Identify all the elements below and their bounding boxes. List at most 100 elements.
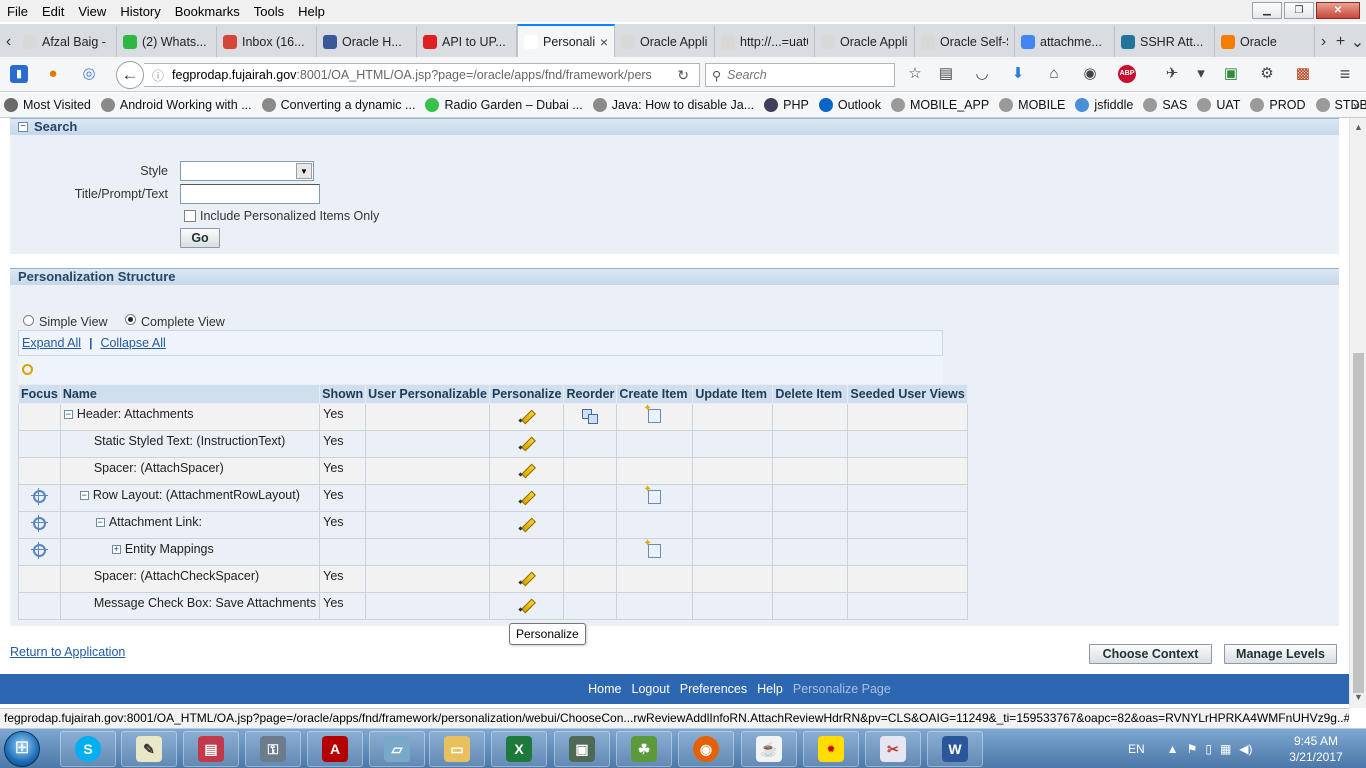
browser-tab[interactable]: Inbox (16... [217, 26, 317, 57]
language-indicator[interactable]: EN [1128, 742, 1145, 756]
browser-tab[interactable]: Oracle Applic... [815, 26, 915, 57]
expand-all-link[interactable]: Expand All [22, 336, 81, 350]
bookmark-star-icon[interactable]: ☆ [906, 65, 924, 83]
create-item-icon[interactable] [643, 403, 662, 423]
personalize-pencil-icon[interactable] [519, 489, 534, 504]
addon-sync-icon[interactable]: ● [44, 65, 62, 83]
browser-tab[interactable]: Oracle Applic... [615, 26, 715, 57]
chat-icon[interactable]: ◉ [1081, 65, 1099, 83]
menu-bookmarks[interactable]: Bookmarks [168, 4, 247, 19]
addon-red-icon[interactable]: ▩ [1294, 65, 1312, 83]
simple-view-radio[interactable] [23, 315, 34, 326]
addon-chart-icon[interactable]: ▮ [10, 65, 28, 83]
tools-addon-icon[interactable]: ✈ [1163, 65, 1181, 83]
addon-swirl-icon[interactable]: ◎ [80, 65, 98, 83]
taskbar-excel[interactable]: X [491, 731, 547, 767]
menu-help[interactable]: Help [291, 4, 332, 19]
browser-tab[interactable]: SSHR Att... [1115, 26, 1215, 57]
taskbar-editor[interactable]: ▱ [369, 731, 425, 767]
footer-home-link[interactable]: Home [588, 682, 621, 696]
tab-list-icon[interactable]: ⌄ [1349, 26, 1366, 57]
menu-view[interactable]: View [71, 4, 113, 19]
focus-icon[interactable] [30, 515, 48, 532]
focus-all-icon[interactable] [22, 364, 33, 375]
bookmark-item[interactable]: Converting a dynamic ... [261, 98, 415, 112]
browser-tab[interactable]: attachme... [1015, 26, 1115, 57]
bookmark-item[interactable]: Most Visited [4, 98, 91, 112]
collapse-node-icon[interactable]: − [79, 491, 89, 500]
taskbar-word[interactable]: W [927, 731, 983, 767]
taskbar-skype[interactable]: S [60, 731, 116, 767]
search-section-header[interactable]: − Search [10, 118, 1339, 135]
new-tab-icon[interactable]: + [1332, 26, 1349, 57]
return-to-application-link[interactable]: Return to Application [10, 645, 125, 659]
taskbar-pdf[interactable]: A [307, 731, 363, 767]
taskbar-notepad[interactable]: ✎ [121, 731, 177, 767]
bookmark-item[interactable]: Outlook [818, 98, 881, 112]
hamburger-menu-icon[interactable]: ≡ [1336, 65, 1354, 83]
close-tab-icon[interactable]: × [600, 34, 608, 50]
download-icon[interactable]: ⬇ [1009, 65, 1027, 83]
clock[interactable]: 9:45 AM 3/21/2017 [1286, 733, 1346, 765]
restore-button[interactable]: ❐ [1284, 2, 1314, 19]
footer-logout-link[interactable]: Logout [632, 682, 670, 696]
browser-tab[interactable]: Oracle Self-Se... [915, 26, 1015, 57]
flag-icon[interactable]: ⚑ [1187, 742, 1198, 756]
complete-view-radio[interactable] [125, 314, 136, 325]
menu-file[interactable]: File [0, 4, 35, 19]
menu-history[interactable]: History [113, 4, 167, 19]
bookmark-item[interactable]: SAS [1143, 98, 1187, 112]
taskbar-network[interactable]: ⚿ [245, 731, 301, 767]
scroll-up-icon[interactable]: ▲ [1354, 122, 1363, 132]
taskbar-firefox[interactable]: ◉ [678, 731, 734, 767]
footer-help-link[interactable]: Help [757, 682, 783, 696]
close-window-button[interactable]: ✕ [1316, 2, 1360, 19]
browser-tab[interactable]: Oracle [1215, 26, 1315, 57]
pocket-icon[interactable]: ◡ [973, 65, 991, 83]
tray-expand-icon[interactable]: ▲ [1167, 742, 1179, 756]
personalize-pencil-icon[interactable] [519, 597, 534, 612]
taskbar-explorer[interactable]: ▭ [429, 731, 485, 767]
volume-icon[interactable]: ◀) [1239, 742, 1252, 756]
home-icon[interactable]: ⌂ [1045, 65, 1063, 83]
scrollbar-thumb[interactable] [1353, 353, 1364, 693]
bookmark-item[interactable]: Android Working with ... [100, 98, 252, 112]
focus-icon[interactable] [30, 542, 48, 559]
bookmark-item[interactable]: MOBILE_APP [890, 98, 989, 112]
collapse-icon[interactable]: − [18, 122, 28, 132]
taskbar-oracle[interactable]: ✹ [803, 731, 859, 767]
search-bar[interactable]: ⚲ Search [705, 63, 895, 87]
personalize-pencil-icon[interactable] [519, 462, 534, 477]
addon-gear-icon[interactable]: ⚙ [1258, 65, 1276, 83]
site-info-icon[interactable]: ⓘ [152, 67, 164, 84]
taskbar-java[interactable]: ☕ [741, 731, 797, 767]
bookmark-item[interactable]: MOBILE [999, 98, 1065, 112]
expand-node-icon[interactable]: + [111, 545, 121, 554]
personalize-pencil-icon[interactable] [519, 435, 534, 450]
style-select[interactable]: ▼ [180, 161, 314, 181]
bookmark-item[interactable]: PROD [1250, 98, 1306, 112]
collapse-all-link[interactable]: Collapse All [100, 336, 165, 350]
toolbar-dropdown-icon[interactable]: ▾ [1192, 65, 1210, 83]
choose-context-button[interactable]: Choose Context [1089, 644, 1212, 664]
taskbar-database[interactable]: ▤ [183, 731, 239, 767]
reading-list-icon[interactable]: ▤ [937, 65, 955, 83]
bookmark-item[interactable]: PHP [764, 98, 809, 112]
adblock-icon[interactable]: ABP [1118, 65, 1136, 83]
url-bar[interactable]: ⓘ fegprodap.fujairah.gov:8001/OA_HTML/OA… [144, 63, 700, 87]
personalize-pencil-icon[interactable] [519, 408, 534, 423]
include-personalized-checkbox[interactable] [184, 210, 196, 222]
reorder-icon[interactable] [582, 408, 599, 424]
manage-levels-button[interactable]: Manage Levels [1224, 644, 1337, 664]
personalize-pencil-icon[interactable] [519, 516, 534, 531]
menu-edit[interactable]: Edit [35, 4, 71, 19]
taskbar-snipping[interactable]: ✂ [865, 731, 921, 767]
tab-scroll-right-icon[interactable]: › [1315, 26, 1332, 57]
browser-tab[interactable]: Personaliz... × [517, 24, 615, 57]
device-icon[interactable]: ▯ [1205, 742, 1212, 756]
bookmark-item[interactable]: UAT [1197, 98, 1240, 112]
menu-tools[interactable]: Tools [247, 4, 291, 19]
create-item-icon[interactable] [643, 484, 662, 504]
browser-tab[interactable]: Afzal Baig - O... [17, 26, 117, 57]
bookmark-item[interactable]: Java: How to disable Ja... [592, 98, 754, 112]
